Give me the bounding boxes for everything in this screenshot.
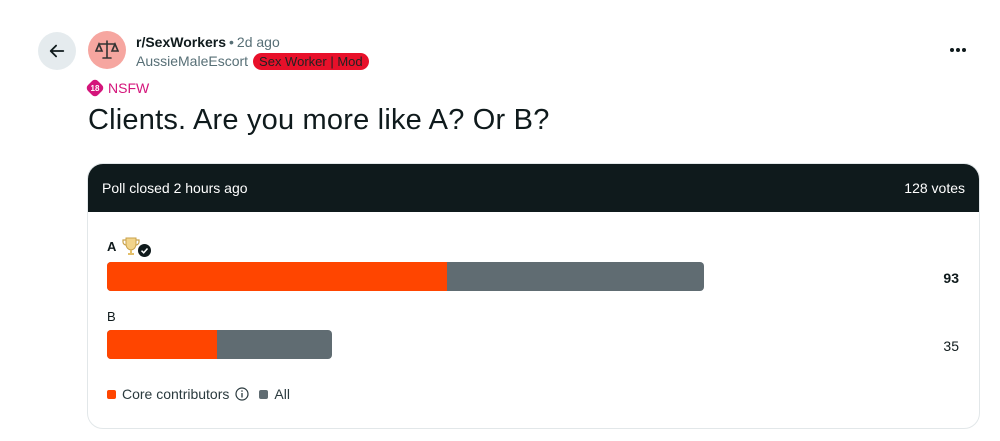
back-button[interactable] bbox=[38, 32, 76, 70]
legend-core-label: Core contributors bbox=[122, 386, 230, 402]
poll-option-a-bar bbox=[107, 262, 704, 291]
poll-header: Poll closed 2 hours ago 128 votes bbox=[88, 164, 979, 212]
more-options-icon bbox=[950, 48, 966, 52]
post-meta: r/SexWorkers • 2d ago AussieMaleEscort Sex… bbox=[136, 34, 369, 70]
poll-legend: Core contributors All bbox=[107, 386, 290, 402]
user-flair: Sex Worker | Mod bbox=[253, 53, 369, 70]
poll-option-a-label: A bbox=[107, 235, 152, 257]
subreddit-avatar[interactable] bbox=[88, 31, 126, 69]
author-link[interactable]: AussieMaleEscort bbox=[136, 53, 248, 70]
poll: Poll closed 2 hours ago 128 votes A 93 B… bbox=[87, 163, 980, 429]
post-title: Clients. Are you more like A? Or B? bbox=[88, 104, 550, 136]
subreddit-link[interactable]: r/SexWorkers bbox=[136, 34, 226, 50]
legend-all-label: All bbox=[274, 386, 290, 402]
post-age: 2d ago bbox=[236, 34, 280, 50]
poll-total-votes: 128 votes bbox=[904, 180, 965, 196]
poll-option-b-bar bbox=[107, 330, 332, 359]
meta-separator: • bbox=[229, 34, 234, 50]
check-icon bbox=[138, 243, 152, 257]
back-arrow-icon bbox=[49, 44, 65, 58]
info-icon[interactable] bbox=[235, 387, 249, 401]
poll-option-a-core-bar bbox=[107, 262, 447, 291]
nsfw-label: NSFW bbox=[108, 80, 150, 96]
poll-status: Poll closed 2 hours ago bbox=[102, 180, 248, 196]
poll-option-b-label: B bbox=[107, 309, 116, 324]
poll-option-a-votes: 93 bbox=[943, 270, 959, 286]
legend-all-swatch bbox=[259, 389, 269, 399]
poll-option-b-core-bar bbox=[107, 330, 217, 359]
poll-option-b-votes: 35 bbox=[943, 338, 959, 354]
nsfw-tag: 18 NSFW bbox=[85, 78, 150, 98]
legend-core-swatch bbox=[107, 389, 116, 399]
scales-icon bbox=[95, 40, 119, 59]
nsfw-icon: 18 bbox=[85, 78, 105, 98]
more-options-button[interactable] bbox=[944, 38, 972, 62]
